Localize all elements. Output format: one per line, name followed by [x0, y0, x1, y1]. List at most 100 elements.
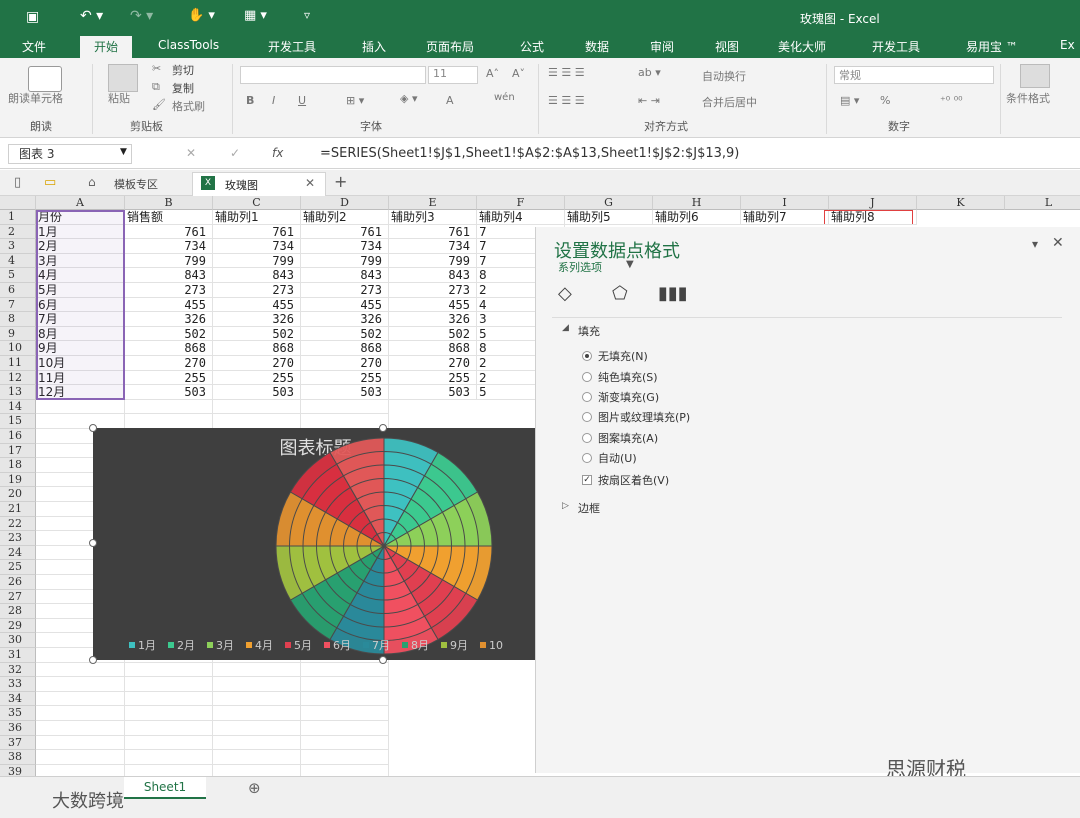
font-size-select[interactable]: 11: [428, 66, 478, 84]
form-icon[interactable]: ▦ ▾: [244, 8, 267, 23]
cell[interactable]: [213, 721, 301, 736]
cell[interactable]: 255: [125, 370, 213, 386]
tab-easyuse[interactable]: 易用宝 ™: [966, 38, 1018, 55]
cell[interactable]: [301, 735, 389, 751]
option-pattern-fill[interactable]: 图案填充(A): [582, 430, 658, 446]
cell[interactable]: 503: [301, 385, 389, 400]
cell[interactable]: 799: [125, 253, 213, 269]
cell[interactable]: 255: [213, 370, 301, 386]
row-header-8[interactable]: 8: [0, 312, 36, 327]
legend-entry[interactable]: 2月: [168, 637, 195, 653]
collapse-icon[interactable]: ▷: [562, 501, 569, 511]
cell[interactable]: [125, 691, 213, 707]
cut-button[interactable]: 剪切: [172, 62, 194, 78]
cell[interactable]: 868: [213, 341, 301, 356]
cell[interactable]: 辅助列6: [653, 210, 741, 225]
cell[interactable]: 502: [213, 326, 301, 342]
cell[interactable]: 270: [213, 356, 301, 371]
row-header-24[interactable]: 24: [0, 545, 36, 561]
cell[interactable]: 868: [125, 341, 213, 356]
cell[interactable]: 843: [389, 268, 477, 283]
cell[interactable]: [125, 735, 213, 751]
effects-icon[interactable]: ⬠: [612, 283, 628, 304]
cell[interactable]: 843: [301, 268, 389, 283]
close-icon[interactable]: ✕: [305, 176, 315, 190]
vary-colors-checkbox[interactable]: ✓ 按扇区着色(V): [582, 472, 669, 488]
row-header-20[interactable]: 20: [0, 487, 36, 502]
cell[interactable]: 273: [125, 283, 213, 298]
legend-entry[interactable]: 6月: [324, 637, 351, 653]
cell[interactable]: 868: [389, 341, 477, 356]
cell[interactable]: 455: [213, 297, 301, 313]
cell[interactable]: 255: [389, 370, 477, 386]
legend-entry[interactable]: 7月: [363, 637, 390, 653]
tab-classtools[interactable]: ClassTools: [158, 38, 219, 52]
column-header-d[interactable]: D: [301, 196, 389, 210]
select-all-corner[interactable]: [0, 196, 36, 210]
cell[interactable]: 868: [301, 341, 389, 356]
cell[interactable]: 843: [213, 268, 301, 283]
font-name-select[interactable]: [240, 66, 426, 84]
row-header-12[interactable]: 12: [0, 370, 36, 386]
sheet-tab-sheet1[interactable]: Sheet1: [124, 777, 206, 799]
row-header-17[interactable]: 17: [0, 443, 36, 459]
cell[interactable]: 270: [389, 356, 477, 371]
tab-review[interactable]: 审阅: [650, 38, 674, 55]
cell[interactable]: 734: [213, 239, 301, 254]
cell[interactable]: 503: [125, 385, 213, 400]
border-section-header[interactable]: 边框: [578, 500, 600, 516]
speech-icon[interactable]: [28, 66, 62, 92]
cell[interactable]: [36, 399, 125, 415]
paste-icon[interactable]: [108, 64, 138, 92]
resize-handle[interactable]: [379, 424, 387, 432]
column-header-b[interactable]: B: [125, 196, 213, 210]
cell[interactable]: [213, 735, 301, 751]
row-header-33[interactable]: 33: [0, 677, 36, 692]
cell[interactable]: 270: [301, 356, 389, 371]
cell[interactable]: [301, 414, 389, 429]
align-top-icon[interactable]: ☰ ☰ ☰: [548, 66, 585, 79]
cell[interactable]: 761: [301, 224, 389, 240]
option-gradient-fill[interactable]: 渐变填充(G): [582, 389, 659, 405]
merge-center-button[interactable]: 合并后居中: [702, 94, 757, 110]
legend-entry[interactable]: 9月: [441, 637, 468, 653]
row-header-6[interactable]: 6: [0, 283, 36, 298]
row-header-14[interactable]: 14: [0, 399, 36, 415]
bold-button[interactable]: B: [246, 94, 254, 107]
option-no-fill[interactable]: 无填充(N): [582, 348, 648, 364]
cell[interactable]: 辅助列3: [389, 210, 477, 225]
add-sheet-icon[interactable]: ⊕: [248, 779, 261, 797]
italic-button[interactable]: I: [272, 94, 275, 107]
cell[interactable]: [125, 414, 213, 429]
cell[interactable]: 辅助列4: [477, 210, 565, 225]
row-header-9[interactable]: 9: [0, 326, 36, 342]
border-icon[interactable]: ⊞ ▾: [346, 94, 364, 107]
row-header-34[interactable]: 34: [0, 691, 36, 707]
cell[interactable]: [36, 414, 125, 429]
conditional-format-button[interactable]: 条件格式: [1006, 90, 1050, 106]
row-header-32[interactable]: 32: [0, 662, 36, 678]
row-header-23[interactable]: 23: [0, 531, 36, 546]
cell[interactable]: 843: [125, 268, 213, 283]
cell[interactable]: 502: [389, 326, 477, 342]
cell[interactable]: 761: [125, 224, 213, 240]
cell[interactable]: 503: [389, 385, 477, 400]
orientation-icon[interactable]: ab ▾: [638, 66, 661, 79]
paste-button[interactable]: 粘贴: [108, 90, 130, 106]
column-header-k[interactable]: K: [917, 196, 1005, 210]
row-header-16[interactable]: 16: [0, 429, 36, 444]
format-painter-button[interactable]: 格式刷: [172, 98, 205, 114]
customize-qat-icon[interactable]: ▿: [304, 8, 310, 22]
cancel-icon[interactable]: ✕: [186, 146, 196, 160]
cell[interactable]: 734: [125, 239, 213, 254]
tab-formulas[interactable]: 公式: [520, 38, 544, 55]
formula-input[interactable]: =SERIES(Sheet1!$J$1,Sheet1!$A$2:$A$13,Sh…: [320, 146, 739, 161]
row-header-19[interactable]: 19: [0, 472, 36, 488]
cell[interactable]: 326: [213, 312, 301, 327]
cell[interactable]: [301, 750, 389, 765]
tab-beautify[interactable]: 美化大师: [778, 38, 826, 55]
cell[interactable]: 326: [125, 312, 213, 327]
workbook-tab[interactable]: X 玫瑰图 ✕: [192, 172, 326, 196]
fx-icon[interactable]: fx: [272, 146, 283, 160]
cell[interactable]: 326: [301, 312, 389, 327]
